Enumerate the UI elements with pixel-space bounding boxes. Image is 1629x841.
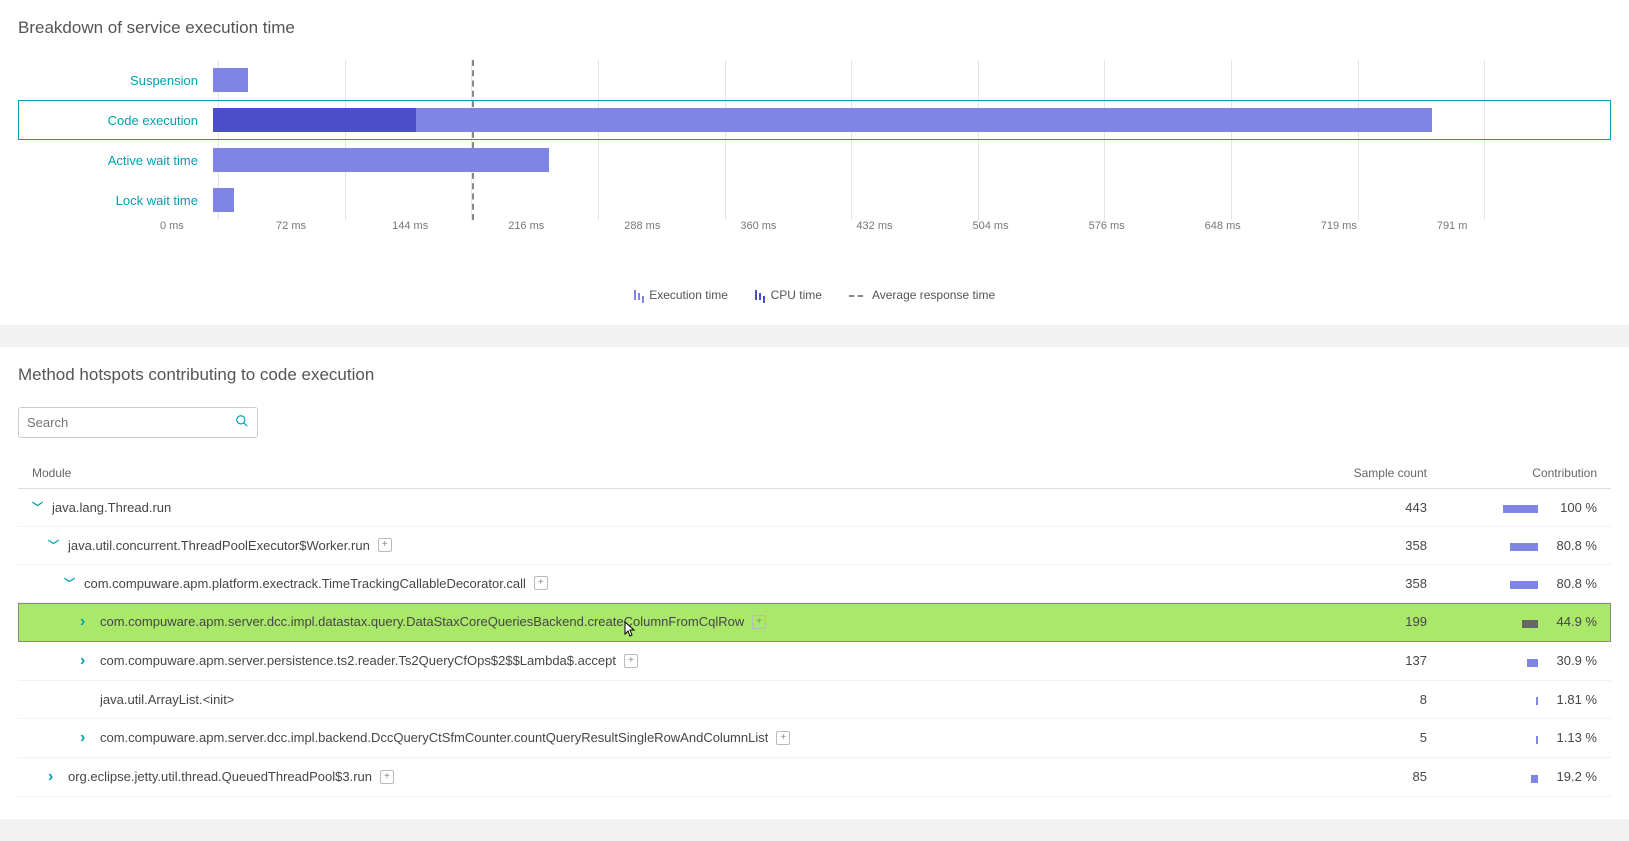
x-tick: 791 m	[1437, 220, 1553, 232]
bars-icon	[755, 289, 761, 303]
hotspots-table: Module Sample count Contribution java.la…	[18, 458, 1611, 797]
exec-bar	[213, 148, 549, 172]
contribution: 30.9 %	[1437, 653, 1597, 668]
method-name: java.util.ArrayList.<init>	[100, 692, 234, 707]
table-header: Module Sample count Contribution	[18, 458, 1611, 489]
x-axis: 0 ms72 ms144 ms216 ms288 ms360 ms432 ms5…	[218, 220, 1611, 232]
chart-row[interactable]: Active wait time	[18, 140, 1611, 180]
table-row[interactable]: java.lang.Thread.run 443100 %	[18, 489, 1611, 527]
table-row[interactable]: com.compuware.apm.server.dcc.impl.backen…	[18, 719, 1611, 758]
chart-row-label[interactable]: Code execution	[18, 113, 213, 128]
x-tick: 360 ms	[740, 220, 856, 232]
sample-count: 5	[1297, 730, 1437, 745]
sample-count: 358	[1297, 576, 1437, 591]
dashed-line-icon	[849, 295, 863, 297]
breakdown-panel: Breakdown of service execution time Susp…	[0, 0, 1629, 325]
hotspots-title: Method hotspots contributing to code exe…	[18, 365, 1611, 385]
method-name: java.util.concurrent.ThreadPoolExecutor$…	[68, 538, 370, 553]
x-tick: 144 ms	[392, 220, 508, 232]
contribution: 1.81 %	[1437, 692, 1597, 707]
legend-cpu: CPU time	[755, 288, 822, 303]
sample-count: 85	[1297, 769, 1437, 784]
table-row[interactable]: com.compuware.apm.server.persistence.ts2…	[18, 642, 1611, 681]
sample-count: 358	[1297, 538, 1437, 553]
cpu-bar	[213, 108, 416, 132]
chevron-right-icon[interactable]	[80, 652, 92, 670]
sample-count: 137	[1297, 653, 1437, 668]
column-sample[interactable]: Sample count	[1297, 466, 1437, 480]
x-tick: 288 ms	[624, 220, 740, 232]
chart-row-label[interactable]: Lock wait time	[18, 193, 213, 208]
method-name: com.compuware.apm.server.persistence.ts2…	[100, 653, 616, 668]
contribution: 1.13 %	[1437, 730, 1597, 745]
x-tick: 72 ms	[276, 220, 392, 232]
exec-bar	[213, 188, 234, 212]
chevron-right-icon[interactable]	[80, 613, 92, 631]
sample-count: 199	[1297, 614, 1437, 629]
x-tick: 504 ms	[973, 220, 1089, 232]
table-row[interactable]: com.compuware.apm.server.dcc.impl.datast…	[18, 603, 1611, 642]
x-tick: 648 ms	[1205, 220, 1321, 232]
exec-bar	[213, 68, 248, 92]
breakdown-title: Breakdown of service execution time	[18, 18, 1611, 38]
column-contrib[interactable]: Contribution	[1437, 466, 1597, 480]
method-name: com.compuware.apm.platform.exectrack.Tim…	[84, 576, 526, 591]
legend-exec: Execution time	[634, 288, 728, 303]
chart-row[interactable]: Code execution	[18, 100, 1611, 140]
legend-avg: Average response time	[849, 288, 995, 302]
sample-count: 443	[1297, 500, 1437, 515]
x-tick: 576 ms	[1089, 220, 1205, 232]
chart-row-label[interactable]: Active wait time	[18, 153, 213, 168]
table-row[interactable]: org.eclipse.jetty.util.thread.QueuedThre…	[18, 758, 1611, 797]
chevron-down-icon[interactable]	[64, 575, 76, 591]
chevron-down-icon[interactable]	[32, 499, 44, 515]
x-tick: 216 ms	[508, 220, 624, 232]
chart-row[interactable]: Lock wait time	[18, 180, 1611, 220]
table-row[interactable]: java.util.ArrayList.<init> 81.81 %	[18, 681, 1611, 719]
chart-row-label[interactable]: Suspension	[18, 73, 213, 88]
table-row[interactable]: java.util.concurrent.ThreadPoolExecutor$…	[18, 527, 1611, 565]
search-input[interactable]	[27, 415, 235, 430]
method-name: com.compuware.apm.server.dcc.impl.backen…	[100, 730, 768, 745]
chevron-right-icon[interactable]	[48, 768, 60, 786]
hotspots-panel: Method hotspots contributing to code exe…	[0, 347, 1629, 819]
x-tick: 432 ms	[856, 220, 972, 232]
expand-icon[interactable]: +	[776, 731, 790, 745]
contribution: 100 %	[1437, 500, 1597, 515]
chart-legend: Execution time CPU time Average response…	[18, 288, 1611, 303]
chevron-down-icon[interactable]	[48, 537, 60, 553]
expand-icon[interactable]: +	[624, 654, 638, 668]
contribution: 80.8 %	[1437, 576, 1597, 591]
chart-row[interactable]: Suspension	[18, 60, 1611, 100]
bars-icon	[634, 289, 640, 303]
contribution: 80.8 %	[1437, 538, 1597, 553]
chevron-right-icon[interactable]	[80, 729, 92, 747]
sample-count: 8	[1297, 692, 1437, 707]
expand-icon[interactable]: +	[534, 576, 548, 590]
expand-icon[interactable]: +	[752, 615, 766, 629]
breakdown-chart: Suspension Code execution Active wait time…	[18, 60, 1611, 250]
x-tick: 0 ms	[160, 220, 276, 232]
expand-icon[interactable]: +	[378, 538, 392, 552]
search-box[interactable]	[18, 407, 258, 438]
x-tick: 719 ms	[1321, 220, 1437, 232]
method-name: java.lang.Thread.run	[52, 500, 171, 515]
expand-icon[interactable]: +	[380, 770, 394, 784]
contribution: 19.2 %	[1437, 769, 1597, 784]
method-name: org.eclipse.jetty.util.thread.QueuedThre…	[68, 769, 372, 784]
table-row[interactable]: com.compuware.apm.platform.exectrack.Tim…	[18, 565, 1611, 603]
search-icon[interactable]	[235, 414, 249, 431]
column-module[interactable]: Module	[32, 466, 1297, 480]
method-name: com.compuware.apm.server.dcc.impl.datast…	[100, 614, 744, 629]
contribution: 44.9 %	[1437, 614, 1597, 629]
